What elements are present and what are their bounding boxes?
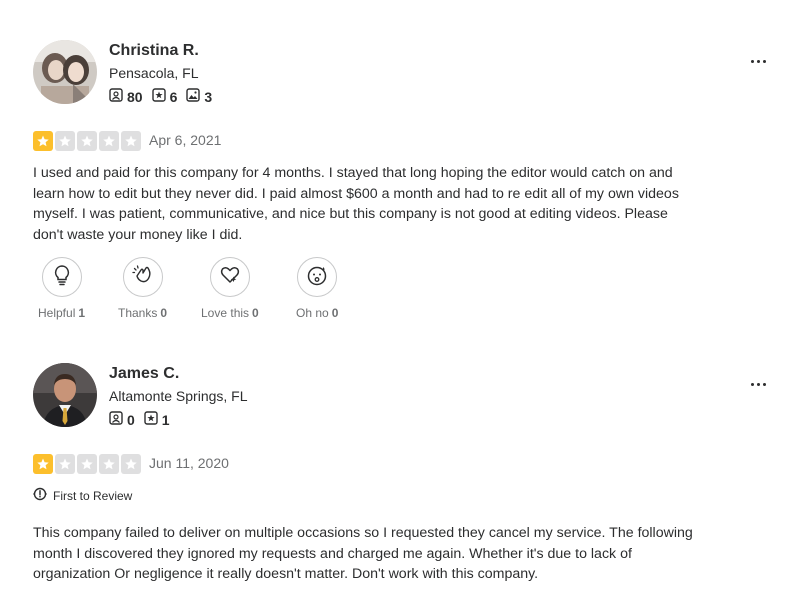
star-icon	[77, 131, 97, 151]
user-name[interactable]: James C.	[109, 365, 179, 383]
friends-icon	[109, 88, 127, 105]
star-icon	[55, 454, 75, 474]
lightbulb-icon	[52, 264, 72, 291]
avatar[interactable]	[33, 363, 97, 427]
reaction-label: Oh no	[296, 306, 329, 320]
review-count-icon	[151, 88, 170, 105]
friends-count: 0	[127, 411, 135, 428]
review-count: 6	[169, 88, 178, 105]
photo-count-icon	[186, 88, 204, 105]
friends-count: 80	[127, 88, 143, 105]
heart-sparkle-icon	[219, 264, 241, 291]
reaction-count: 0	[331, 306, 339, 320]
reaction-count: 0	[160, 306, 168, 320]
review-count-icon	[144, 411, 162, 428]
love-this-button[interactable]: Love this 0	[201, 257, 259, 320]
star-icon	[99, 454, 119, 474]
star-icon	[121, 454, 141, 474]
helpful-button[interactable]: Helpful 1	[38, 257, 85, 320]
user-stats: 0 1	[109, 411, 179, 428]
photo-count: 3	[204, 88, 213, 105]
reaction-label: Love this	[201, 306, 250, 320]
friends-icon	[109, 411, 127, 428]
thanks-button[interactable]: Thanks 0	[118, 257, 167, 320]
badge-label: First to Review	[53, 488, 133, 503]
more-options-button[interactable]	[744, 375, 772, 393]
clapping-hands-icon	[131, 264, 154, 291]
user-location: Pensacola, FL	[109, 65, 199, 81]
user-location: Altamonte Springs, FL	[109, 388, 248, 404]
star-rating	[33, 131, 141, 151]
first-to-review-badge: First to Review	[33, 487, 132, 504]
review-text: This company failed to deliver on multip…	[33, 525, 693, 582]
more-options-button[interactable]	[744, 52, 772, 70]
surprised-face-icon	[306, 264, 328, 291]
star-icon	[99, 131, 119, 151]
reaction-count: 0	[252, 306, 259, 320]
review-date: Jun 11, 2020	[149, 455, 229, 471]
oh-no-button[interactable]: Oh no 0	[296, 257, 338, 320]
badge-icon	[33, 487, 53, 504]
review-date: Apr 6, 2021	[149, 132, 222, 148]
star-icon	[33, 454, 53, 474]
review-count: 1	[161, 411, 170, 428]
star-icon	[121, 131, 141, 151]
reaction-label: Helpful	[38, 306, 76, 320]
user-stats: 80 6 3	[109, 88, 221, 105]
star-rating	[33, 454, 141, 474]
star-icon	[77, 454, 97, 474]
avatar[interactable]	[33, 40, 97, 104]
user-name[interactable]: Christina R.	[109, 42, 199, 60]
star-icon	[33, 131, 53, 151]
review-text: I used and paid for this company for 4 m…	[33, 165, 679, 243]
reaction-count: 1	[78, 306, 86, 320]
reaction-label: Thanks	[118, 306, 158, 320]
star-icon	[55, 131, 75, 151]
